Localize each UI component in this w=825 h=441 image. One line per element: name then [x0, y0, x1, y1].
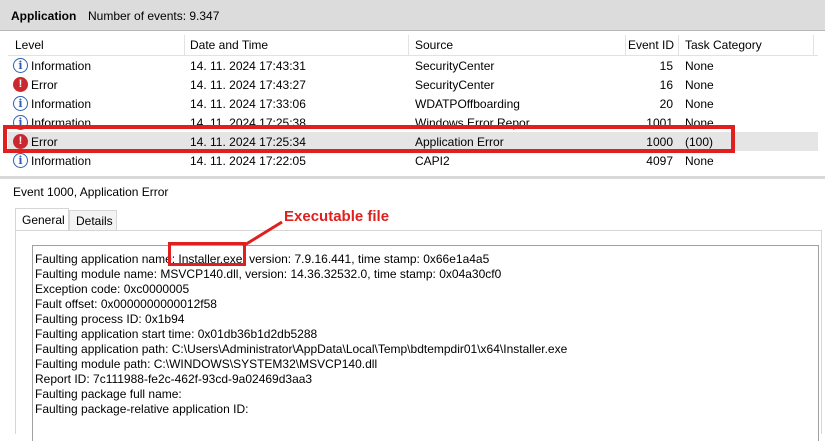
detail-line: Faulting application path: C:\Users\Admi…	[35, 342, 568, 356]
information-icon	[13, 96, 28, 111]
tab-general-label: General	[22, 213, 65, 227]
log-title-bar: Application Number of events: 9.347	[0, 0, 825, 31]
table-row[interactable]: Information 14. 11. 2024 17:33:06 WDATPO…	[8, 94, 818, 113]
row-event-id: 4097	[646, 154, 673, 168]
row-level: Information	[31, 154, 92, 168]
table-row[interactable]: Information 14. 11. 2024 17:22:05 CAPI2 …	[8, 151, 818, 170]
detail-line: Faulting application start time: 0x01db3…	[35, 327, 318, 341]
executable-file-annotation: Executable file	[284, 208, 390, 225]
detail-line: Report ID: 7c111988-fe2c-462f-93cd-9a024…	[35, 372, 313, 386]
event-description-box[interactable]: Faulting application name: Installer.exe…	[32, 245, 819, 441]
row-source: SecurityCenter	[415, 59, 495, 73]
event-detail-header: Event 1000, Application Error	[0, 176, 825, 207]
column-header-event-id[interactable]: Event ID	[628, 38, 674, 52]
detail-line: Faulting package full name:	[35, 387, 182, 401]
row-datetime: 14. 11. 2024 17:43:31	[190, 59, 306, 73]
detail-line: Faulting module name: MSVCP140.dll, vers…	[35, 267, 502, 281]
row-task: None	[685, 78, 714, 92]
error-icon	[13, 77, 28, 92]
information-icon	[13, 58, 28, 73]
column-header-source[interactable]: Source	[415, 38, 453, 52]
row-task: None	[685, 154, 714, 168]
row-level: Information	[31, 97, 92, 111]
row-level: Information	[31, 59, 92, 73]
row-source: CAPI2	[415, 154, 450, 168]
row-source: WDATPOffboarding	[415, 97, 520, 111]
detail-line: Faulting process ID: 0x1b94	[35, 312, 185, 326]
tab-details-label: Details	[76, 214, 113, 228]
row-event-id: 20	[659, 97, 673, 111]
row-level: Error	[31, 78, 58, 92]
detail-line: Faulting package-relative application ID…	[35, 402, 249, 416]
row-source: SecurityCenter	[415, 78, 495, 92]
information-icon	[13, 153, 28, 168]
row-event-id: 16	[659, 78, 673, 92]
detail-line: Exception code: 0xc0000005	[35, 282, 190, 296]
tab-general[interactable]: General	[15, 208, 69, 232]
row-task: None	[685, 59, 714, 73]
column-header-date[interactable]: Date and Time	[190, 38, 268, 52]
general-tab-pane: Faulting application name: Installer.exe…	[15, 230, 822, 441]
tab-details[interactable]: Details	[69, 210, 117, 231]
table-header: Level Date and Time Source Event ID Task…	[8, 35, 818, 56]
table-row[interactable]: Error 14. 11. 2024 17:43:27 SecurityCent…	[8, 75, 818, 94]
selected-row-highlight	[3, 125, 735, 153]
event-detail-title: Event 1000, Application Error	[13, 185, 169, 199]
table-row[interactable]: Information 14. 11. 2024 17:43:31 Securi…	[8, 56, 818, 75]
row-datetime: 14. 11. 2024 17:43:27	[190, 78, 306, 92]
log-title: Application	[11, 9, 77, 23]
event-count: Number of events: 9.347	[88, 9, 220, 23]
column-header-level[interactable]: Level	[15, 38, 44, 52]
row-datetime: 14. 11. 2024 17:22:05	[190, 154, 306, 168]
column-header-task[interactable]: Task Category	[685, 38, 762, 52]
row-task: None	[685, 97, 714, 111]
detail-line: Faulting application name: Installer.exe…	[35, 252, 490, 266]
detail-line: Fault offset: 0x0000000000012f58	[35, 297, 217, 311]
row-event-id: 15	[659, 59, 673, 73]
row-datetime: 14. 11. 2024 17:33:06	[190, 97, 306, 111]
executable-name-highlight	[168, 242, 246, 266]
detail-line: Faulting module path: C:\WINDOWS\SYSTEM3…	[35, 357, 378, 371]
